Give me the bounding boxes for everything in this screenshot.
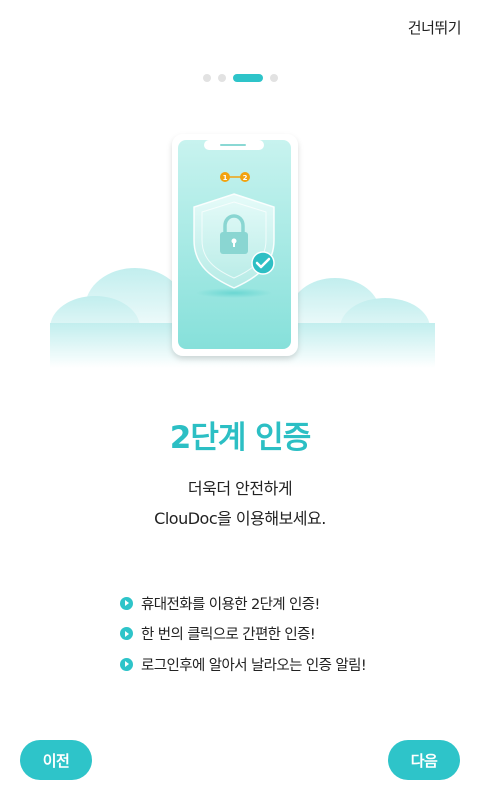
play-bullet-icon <box>120 657 133 671</box>
feature-text: 휴대전화를 이용한 2단계 인증! <box>141 596 320 613</box>
page-dot-1[interactable] <box>202 74 211 82</box>
description-line-2: ClouDoc을 이용해보세요. <box>154 509 326 528</box>
feature-text: 한 번의 클릭으로 간편한 인증! <box>141 627 316 644</box>
svg-text:1: 1 <box>223 174 228 182</box>
page-dot-3-active[interactable] <box>232 74 263 82</box>
next-button[interactable]: 다음 <box>388 740 460 780</box>
feature-item: 한 번의 클릭으로 간편한 인증! <box>120 619 366 650</box>
two-factor-illustration: 1 2 <box>50 134 435 368</box>
svg-text:2: 2 <box>243 174 248 182</box>
feature-list: 휴대전화를 이용한 2단계 인증! 한 번의 클릭으로 간편한 인증! 로그인후… <box>120 588 367 680</box>
page-dot-2[interactable] <box>217 74 226 82</box>
play-bullet-icon <box>120 627 133 641</box>
description-line-1: 더욱더 안전하게 <box>187 479 293 498</box>
feature-item: 휴대전화를 이용한 2단계 인증! <box>120 588 366 619</box>
page-title: 2단계 인증 <box>169 420 311 456</box>
feature-text: 로그인후에 알아서 날라오는 인증 알림! <box>141 657 367 674</box>
description: 더욱더 안전하게 ClouDoc을 이용해보세요. <box>0 474 480 534</box>
glow <box>196 288 272 298</box>
feature-item: 로그인후에 알아서 날라오는 인증 알림! <box>120 649 367 680</box>
play-bullet-icon <box>120 596 133 610</box>
prev-button[interactable]: 이전 <box>20 740 92 780</box>
skip-button[interactable]: 건너뛰기 <box>408 17 462 38</box>
check-circle-icon <box>251 251 275 275</box>
page-indicator <box>0 74 480 82</box>
page-dot-4[interactable] <box>269 74 278 82</box>
